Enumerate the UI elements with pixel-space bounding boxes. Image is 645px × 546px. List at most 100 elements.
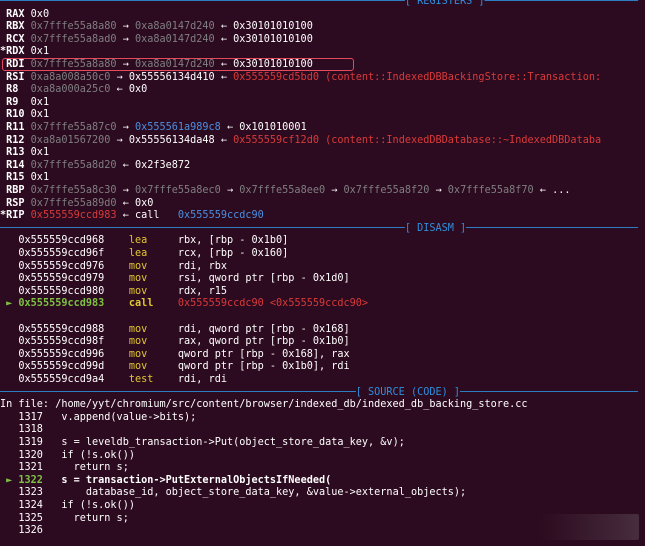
register-value: 0x7fffe55a8f70 bbox=[447, 185, 534, 196]
register-value: ← bbox=[116, 197, 135, 209]
register-name: R8 bbox=[0, 84, 31, 96]
register-value: 0xa8a0147d240 bbox=[134, 21, 215, 33]
line-number: 1317 bbox=[18, 411, 43, 423]
register-name: RCX bbox=[0, 33, 31, 45]
disasm-row: 0x555559ccd976 mov rdi, rbx bbox=[0, 261, 227, 274]
instruction-opcode: test bbox=[128, 374, 178, 385]
register-value: 0x0 bbox=[128, 84, 148, 96]
instruction-operand: rcx, [rbp - 0x160] bbox=[177, 248, 289, 259]
instruction-operand: qword ptr [rbp - 0x1b0], rdi bbox=[177, 361, 350, 373]
register-value: call bbox=[134, 210, 160, 222]
instruction-opcode: mov bbox=[128, 336, 178, 348]
register-value: 0x55556134da48 bbox=[128, 134, 215, 146]
source-row: 1318 bbox=[0, 424, 49, 437]
register-value: → bbox=[116, 122, 135, 133]
source-row: 1321 return s; bbox=[0, 462, 128, 475]
source-code: database_id, object_store_data_key, &val… bbox=[49, 487, 467, 499]
header-rule: ────────────────────────────────────────… bbox=[0, 0, 405, 7]
line-number: 1318 bbox=[18, 424, 43, 436]
header-rule: ──────────────────────────── bbox=[466, 222, 638, 234]
register-value: ← bbox=[116, 159, 135, 171]
disasm-row: 0x555559ccd988 mov rdi, qword ptr [rbp -… bbox=[0, 323, 350, 337]
instruction-operand: rbx, [rbp - 0x1b0] bbox=[177, 235, 289, 247]
register-value: 0x7fffe55a8f20 bbox=[343, 185, 430, 196]
registers-header-label: [ REGISTERS ] bbox=[404, 0, 485, 7]
line-number: 1324 bbox=[18, 500, 43, 511]
register-value: 0x101010001 bbox=[239, 122, 307, 133]
register-value: ← bbox=[220, 122, 240, 133]
source-code: if (!s.ok()) bbox=[49, 500, 135, 511]
register-name: RSI bbox=[0, 71, 31, 83]
instruction-opcode: mov bbox=[128, 260, 178, 272]
instruction-operand: rdi, rbx bbox=[177, 260, 227, 272]
disasm-row: ► 0x555559ccd983 call 0x555559ccdc90 <0x… bbox=[0, 298, 368, 311]
instruction-opcode: mov bbox=[128, 273, 178, 285]
register-value: ← bbox=[214, 134, 234, 146]
instruction-operand: rdx, r15 bbox=[177, 285, 227, 297]
instruction-operand: rdi, qword ptr [rbp - 0x168] bbox=[177, 323, 350, 335]
register-name: R13 bbox=[0, 147, 31, 159]
register-name: RAX bbox=[0, 8, 31, 20]
register-value: 0x30101010100 bbox=[233, 33, 313, 45]
register-value: → bbox=[116, 185, 135, 196]
disasm-header: ────────────────────────────────────────… bbox=[0, 223, 638, 236]
register-value: 0x555559cf12d0 (content::IndexedDBDataba… bbox=[233, 134, 602, 146]
instruction-address: 0x555559ccd99d bbox=[18, 361, 105, 373]
line-number: 1323 bbox=[18, 487, 43, 499]
register-value: → bbox=[116, 21, 135, 33]
line-number: 1321 bbox=[18, 462, 43, 474]
disasm-row: 0x555559ccd96f lea rcx, [rbp - 0x160] bbox=[0, 248, 288, 261]
source-code: v.append(value->bits); bbox=[49, 411, 197, 423]
line-number: 1322 bbox=[18, 474, 43, 486]
source-row: 1323 database_id, object_store_data_key,… bbox=[0, 487, 466, 500]
instruction-operand: <0x555559ccdc90> bbox=[263, 298, 369, 310]
instruction-opcode: lea bbox=[128, 235, 178, 247]
register-value: 0x7fffe55a89d0 bbox=[30, 197, 117, 209]
header-rule: ────────────────────────────────────────… bbox=[0, 222, 405, 234]
source-code: s = transaction->PutExternalObjectsIfNee… bbox=[49, 474, 332, 486]
register-name: RBX bbox=[0, 21, 31, 33]
instruction-address: 0x555559ccd98f bbox=[18, 336, 105, 348]
register-value: 0xa8a0147d240 bbox=[134, 33, 215, 45]
instruction-operand: rsi, qword ptr [rbp - 0x1d0] bbox=[177, 273, 350, 285]
register-value: → bbox=[110, 134, 129, 146]
source-row: 1320 if (!s.ok()) bbox=[0, 450, 135, 463]
register-value: 0x7fffe55a8a80 bbox=[30, 21, 117, 33]
source-row: 1324 if (!s.ok()) bbox=[0, 500, 135, 513]
instruction-operand: qword ptr [rbp - 0x168], rax bbox=[177, 348, 350, 360]
instruction-opcode: call bbox=[128, 298, 178, 310]
register-value: 0x7fffe55a8d20 bbox=[30, 159, 117, 171]
source-row: 1317 v.append(value->bits); bbox=[0, 412, 196, 425]
register-row-rbx: RBX 0x7fffe55a8a80 → 0xa8a0147d240 ← 0x3… bbox=[0, 21, 313, 34]
instruction-address: 0x555559ccd976 bbox=[18, 260, 105, 272]
instruction-operand: rax, qword ptr [rbp - 0x1b0] bbox=[177, 336, 350, 348]
register-row-r12: R12 0xa8a01567200 → 0x55556134da48 ← 0x5… bbox=[0, 135, 601, 148]
disasm-row: 0x555559ccd979 mov rsi, qword ptr [rbp -… bbox=[0, 273, 350, 286]
source-code: return s; bbox=[49, 512, 129, 524]
disasm-row: 0x555559ccd99d mov qword ptr [rbp - 0x1b… bbox=[0, 361, 350, 374]
register-value: → bbox=[110, 71, 129, 83]
instruction-opcode: mov bbox=[128, 323, 178, 335]
register-value: 0x7fffe55a8c30 bbox=[30, 185, 117, 196]
register-value: 0x555561a989c8 bbox=[134, 122, 221, 133]
register-row-rsp: RSP 0x7fffe55a89d0 ← 0x0 bbox=[0, 198, 153, 211]
instruction-address: 0x555559ccd968 bbox=[18, 235, 105, 247]
register-value: ← bbox=[116, 210, 135, 222]
